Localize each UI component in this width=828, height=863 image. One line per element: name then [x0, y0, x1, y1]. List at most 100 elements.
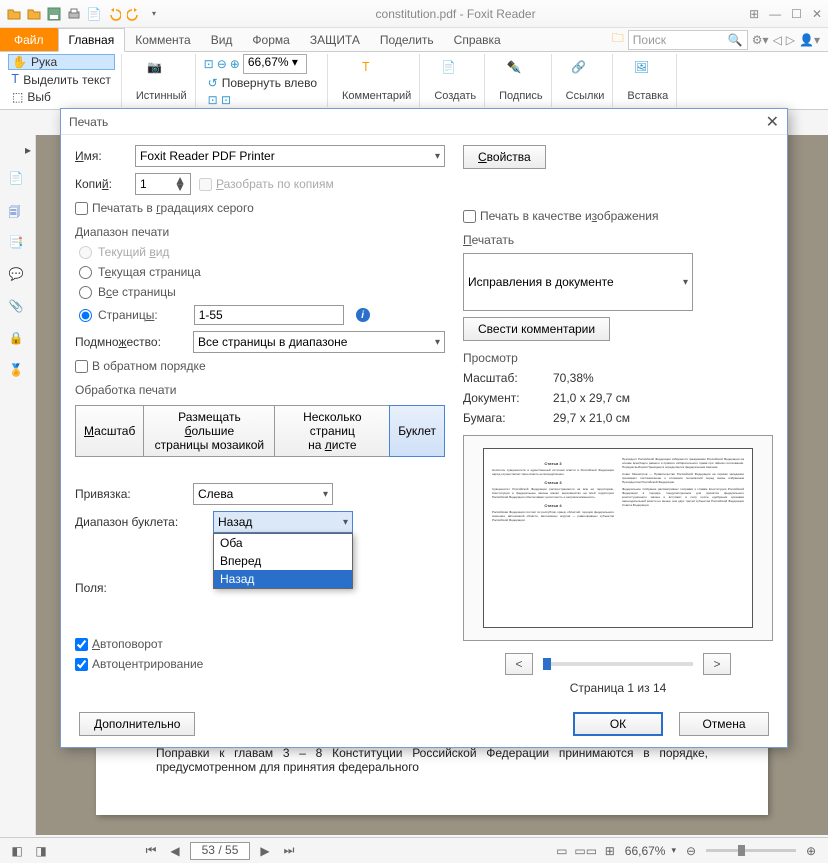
doc-icon[interactable]: 📄	[86, 6, 102, 22]
seg-booklet[interactable]: Буклет	[389, 405, 445, 457]
layout3-icon[interactable]: ⊞	[601, 842, 619, 860]
hand-tool[interactable]: ✋Рука	[8, 54, 115, 70]
layers-icon[interactable]: 🗐	[9, 203, 27, 221]
links-group[interactable]: 🔗 Ссылки	[558, 54, 614, 107]
open2-icon[interactable]	[26, 6, 42, 22]
info-icon[interactable]: i	[356, 308, 370, 322]
save-icon[interactable]	[46, 6, 62, 22]
dd-option-back[interactable]: Назад	[214, 570, 352, 588]
comments-icon[interactable]: 💬	[9, 267, 27, 285]
layout2-icon[interactable]: ▭▭	[577, 842, 595, 860]
binding-combo[interactable]: Слева▾	[193, 483, 333, 505]
printer-combo[interactable]: Foxit Reader PDF Printer▾	[135, 145, 445, 167]
collapse-icon[interactable]: ▸	[25, 143, 31, 157]
preview-next-button[interactable]: >	[703, 653, 731, 675]
dd-option-both[interactable]: Оба	[214, 534, 352, 552]
pages-input[interactable]	[194, 305, 344, 325]
subset-combo[interactable]: Все страницы в диапазоне▾	[193, 331, 445, 353]
tab-home[interactable]: Главная	[58, 28, 126, 52]
zoom-out-icon[interactable]: ⊖	[682, 842, 700, 860]
insert-group[interactable]: 🖼 Вставка	[619, 54, 677, 107]
prev-page-icon[interactable]: ◀	[166, 842, 184, 860]
seg-tile[interactable]: Размещать большиестраницы мозаикой	[144, 406, 275, 456]
print-icon[interactable]	[66, 6, 82, 22]
attach-icon[interactable]: 📎	[9, 299, 27, 317]
select-tool[interactable]: ⬚Выб	[8, 89, 115, 105]
print-what-combo[interactable]: Исправления в документе▾	[463, 253, 693, 311]
comment-icon: Ꭲ	[363, 60, 391, 88]
zoom-slider[interactable]	[706, 849, 796, 852]
undo-icon[interactable]	[106, 6, 122, 22]
dd-option-forward[interactable]: Вперед	[214, 552, 352, 570]
dialog-close-icon[interactable]: ✕	[766, 112, 779, 132]
zoom-combo[interactable]: 66,67% ▾	[243, 54, 307, 74]
copies-spinner[interactable]: 1▲▼	[135, 173, 191, 195]
select-text-tool[interactable]: ᎢВыделить текст	[8, 71, 115, 88]
ribbon-toggle-icon[interactable]: ⊞	[749, 7, 759, 21]
zoom-caret-icon[interactable]: ▾	[671, 845, 676, 856]
zoom-in-icon[interactable]: ⊕	[802, 842, 820, 860]
side-toggle2-icon[interactable]: ◨	[32, 842, 50, 860]
last-page-icon[interactable]: ⏭	[280, 842, 298, 860]
next-page-icon[interactable]: ▶	[256, 842, 274, 860]
rotate-more[interactable]: ⊡ ⊡	[204, 92, 321, 108]
zoomin-icon[interactable]: ⊕	[230, 57, 240, 71]
zoomout-icon[interactable]: ⊖	[217, 57, 227, 71]
next-icon[interactable]: ▷	[786, 33, 795, 47]
autocenter-check[interactable]: Автоцентрирование	[75, 657, 445, 671]
booklet-range-combo[interactable]: Назад▾	[213, 511, 353, 533]
as-image-check[interactable]: Печать в качестве изображения	[463, 209, 773, 223]
flatten-button[interactable]: Свести комментарии	[463, 317, 610, 341]
search-go-icon[interactable]: 🔍	[728, 33, 743, 47]
tab-form[interactable]: Форма	[242, 29, 299, 51]
redo-icon[interactable]	[126, 6, 142, 22]
sign-group[interactable]: ✒️ Подпись	[491, 54, 552, 107]
layout1-icon[interactable]: ▭	[553, 842, 571, 860]
qat-dropdown-icon[interactable]: ▾	[146, 6, 162, 22]
open-icon[interactable]	[6, 6, 22, 22]
minimize-icon[interactable]: ―	[769, 7, 781, 21]
autorotate-check[interactable]: Автоповорот	[75, 637, 445, 651]
tab-help[interactable]: Справка	[444, 29, 511, 51]
maximize-icon[interactable]: ☐	[791, 7, 802, 21]
seg-multi[interactable]: Несколько страницна листе	[275, 406, 390, 456]
first-page-icon[interactable]: ⏮	[142, 842, 160, 860]
search-input[interactable]: Поиск 🔍	[628, 30, 748, 50]
print-dialog: Печать ✕ Имя: Foxit Reader PDF Printer▾ …	[60, 108, 788, 748]
grayscale-check[interactable]: Печатать в градациях серого	[75, 201, 445, 215]
user-icon[interactable]: 👤▾	[799, 33, 820, 47]
print-what-title: Печатать	[463, 233, 773, 247]
snapshot-group[interactable]: 📷 Истинный	[128, 54, 196, 107]
radio-current-page[interactable]: Текущая страница	[79, 265, 445, 279]
find-icon[interactable]: 🗀	[612, 29, 624, 50]
rotate-left[interactable]: ↺Повернуть влево	[204, 75, 321, 91]
bookmarks-icon[interactable]: 📑	[9, 235, 27, 253]
preview-slider[interactable]	[543, 662, 693, 666]
page-thumb-icon[interactable]: 📄	[9, 171, 27, 189]
seg-scale[interactable]: Масштаб	[76, 406, 144, 456]
cancel-button[interactable]: Отмена	[679, 712, 769, 736]
preview-prev-button[interactable]: <	[505, 653, 533, 675]
tab-protect[interactable]: ЗАЩИТА	[300, 29, 370, 51]
prev-icon[interactable]: ◁	[773, 33, 782, 47]
fit-icon[interactable]: ⊡	[204, 57, 214, 71]
tab-comment[interactable]: Коммента	[125, 29, 201, 51]
security-icon[interactable]: 🔒	[9, 331, 27, 349]
comment-group[interactable]: Ꭲ Комментарий	[334, 54, 420, 107]
close-icon[interactable]: ✕	[812, 7, 822, 21]
create-group[interactable]: 📄 Создать	[426, 54, 485, 107]
tab-view[interactable]: Вид	[201, 29, 243, 51]
file-tab[interactable]: Файл	[0, 28, 58, 51]
sig-icon[interactable]: 🏅	[9, 363, 27, 381]
radio-pages[interactable]: Страницы: i	[79, 305, 445, 325]
reverse-check[interactable]: В обратном порядке	[75, 359, 445, 373]
side-toggle-icon[interactable]: ◧	[8, 842, 26, 860]
tab-share[interactable]: Поделить	[370, 29, 444, 51]
page-input[interactable]: 53 / 55	[190, 842, 250, 860]
printer-name-label: Имя:	[75, 149, 127, 163]
radio-all-pages[interactable]: Все страницы	[79, 285, 445, 299]
advanced-button[interactable]: Дополнительно	[79, 712, 195, 736]
ok-button[interactable]: ОК	[573, 712, 663, 736]
properties-button[interactable]: Свойства	[463, 145, 546, 169]
gear-icon[interactable]: ⚙▾	[752, 33, 769, 47]
